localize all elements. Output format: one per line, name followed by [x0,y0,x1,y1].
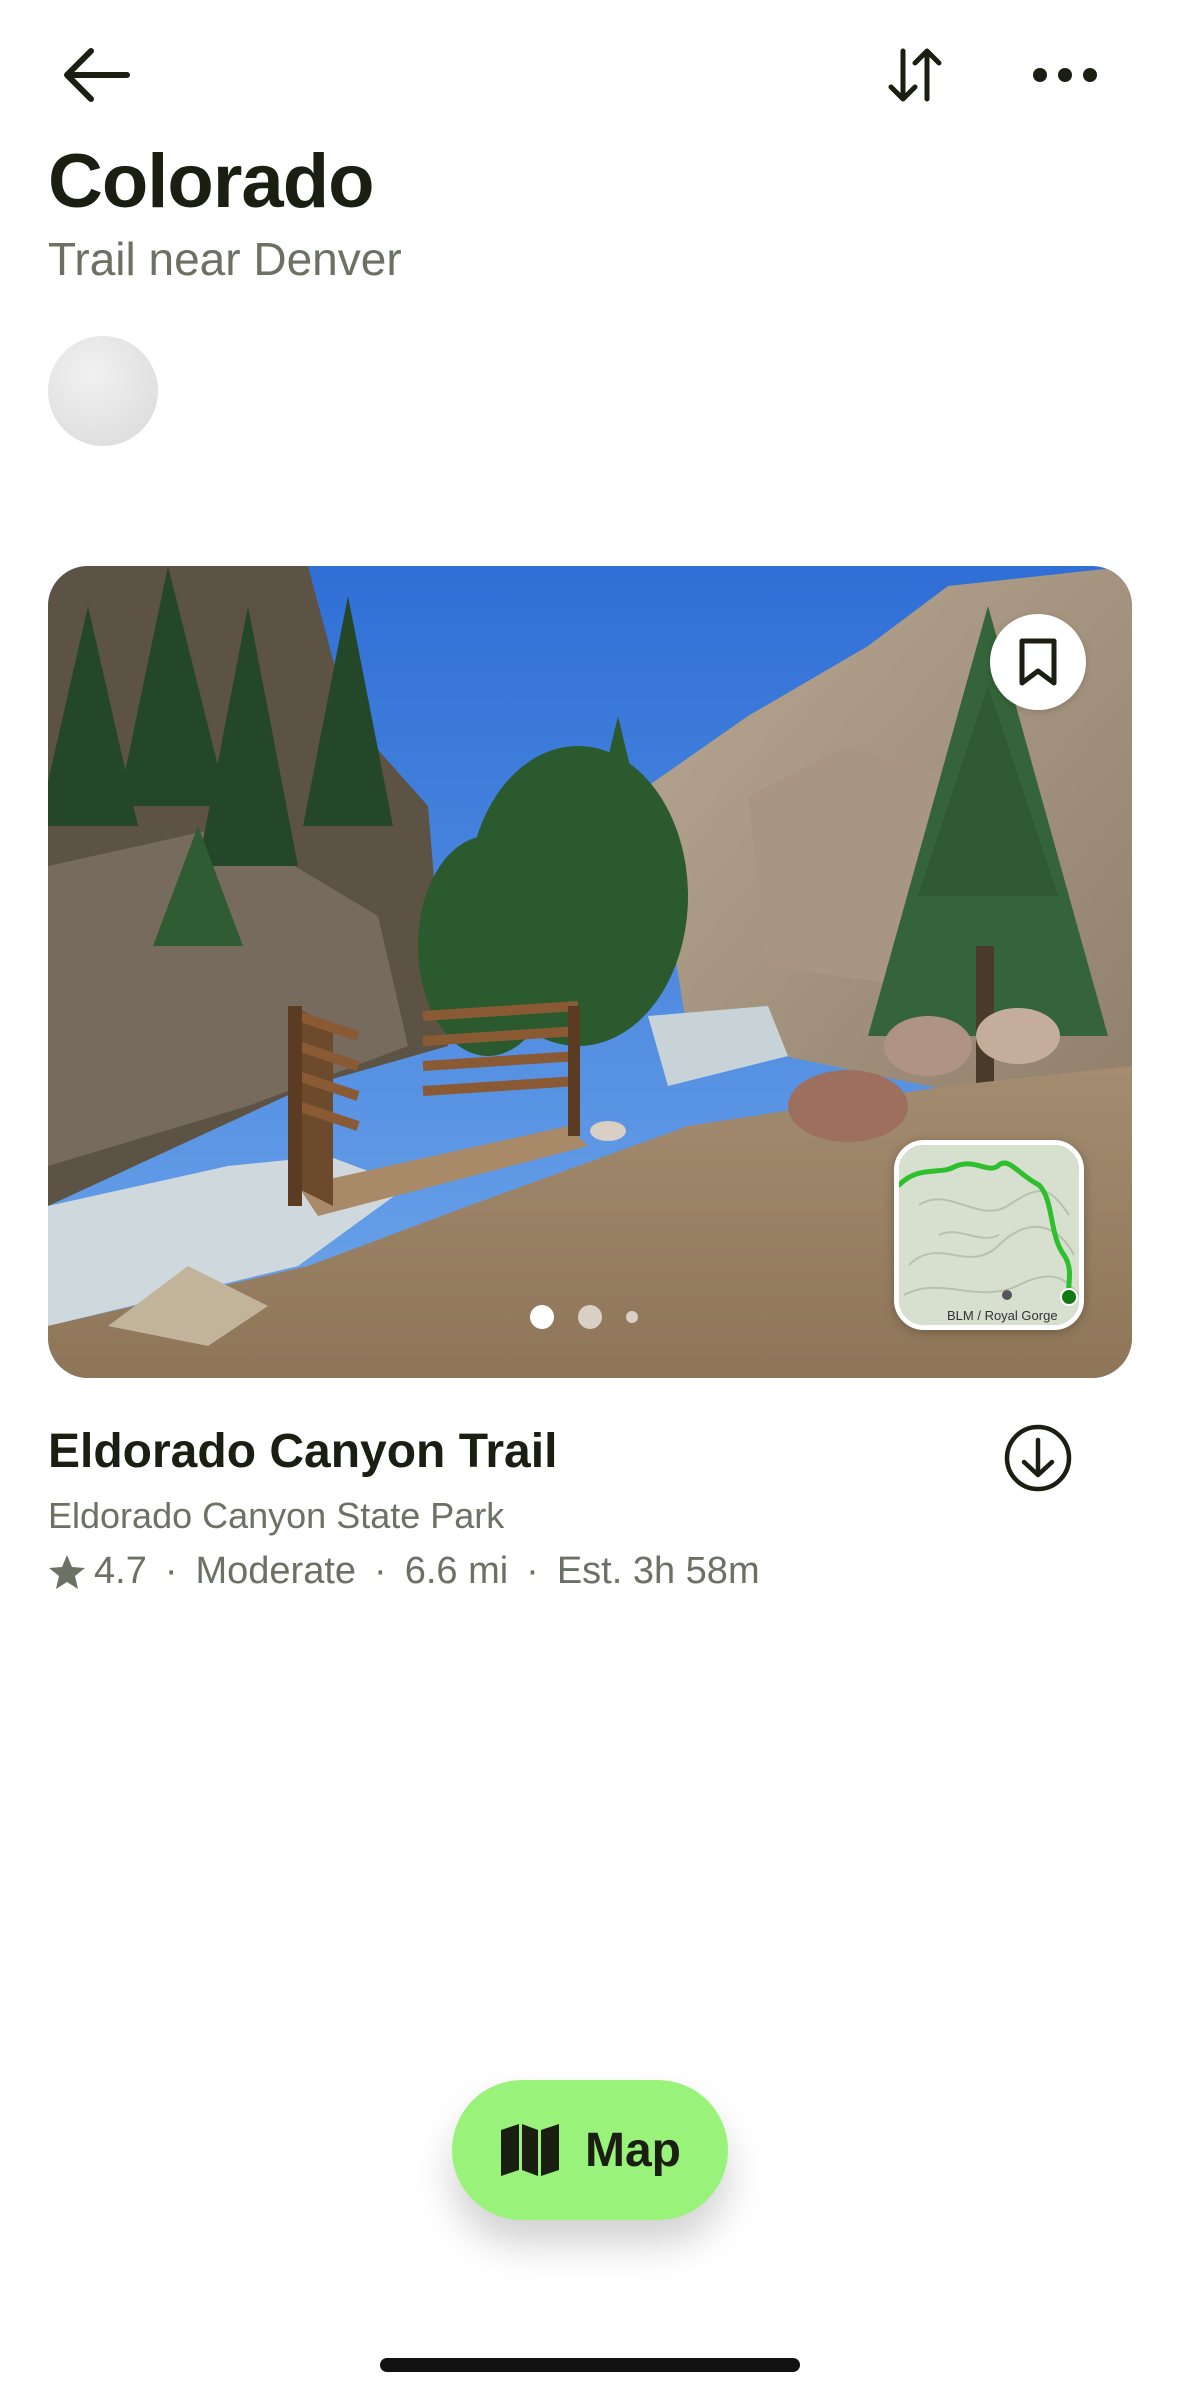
home-indicator[interactable] [380,2358,800,2372]
trail-park: Eldorado Canyon State Park [48,1495,505,1536]
sort-arrows-icon [888,48,942,102]
map-button-label: Map [585,2123,681,2177]
photo-pagination [530,1304,638,1330]
trail-length: 6.6 mi [404,1550,509,1592]
download-button[interactable] [1000,1420,1076,1496]
map-button[interactable]: Map [452,2080,728,2220]
map-attribution: BLM / Royal Gorge [947,1308,1058,1323]
trail-difficulty: Moderate [195,1550,357,1592]
sort-button[interactable] [860,20,970,130]
pagination-dot-active[interactable] [530,1305,554,1329]
trail-rating: 4.7 [94,1550,147,1592]
separator: · [526,1550,539,1592]
back-button[interactable] [40,20,150,130]
pagination-dot[interactable] [626,1311,638,1323]
trail-name[interactable]: Eldorado Canyon Trail [48,1424,557,1479]
page-subtitle: Trail near Denver [48,233,402,285]
arrow-left-icon [64,48,130,102]
bookmark-icon [1019,638,1057,686]
folded-map-icon [501,2124,559,2176]
page-title: Colorado [48,139,375,224]
more-options-button[interactable] [1010,20,1120,130]
trail-map-thumbnail[interactable]: BLM / Royal Gorge [894,1140,1084,1330]
download-circle-icon [1004,1424,1072,1492]
separator: · [374,1550,387,1592]
trail-estimate: Est. 3h 58m [556,1550,760,1592]
more-horizontal-icon [1033,68,1097,82]
bookmark-button[interactable] [990,614,1086,710]
trail-stats: 4.7 · Moderate · 6.6 mi · Est. 3h 58m [48,1550,760,1593]
topo-map-image [899,1145,1079,1325]
avatar[interactable] [48,336,158,446]
separator: · [164,1550,178,1592]
star-icon [48,1554,86,1590]
pagination-dot[interactable] [578,1305,602,1329]
